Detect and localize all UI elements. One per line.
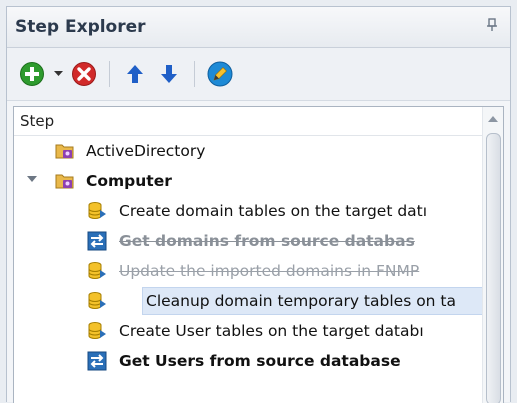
tree-row-step[interactable]: Get domains from source databas [14, 226, 483, 256]
tree-row-label: Get domains from source databas [119, 232, 415, 250]
arrow-up-icon [127, 65, 143, 83]
database-icon [87, 291, 107, 311]
tree-row-step-selected[interactable]: Cleanup domain temporary tables on ta [14, 286, 483, 316]
panel-titlebar: Step Explorer [7, 7, 510, 48]
database-icon [87, 321, 107, 341]
remove-step-button[interactable] [69, 59, 99, 89]
tree-row-step[interactable]: Create domain tables on the target datı [14, 196, 483, 226]
expand-arrow-icon[interactable] [27, 176, 37, 182]
remove-icon [72, 62, 96, 86]
transfer-icon [87, 351, 107, 371]
toolbar-separator [109, 61, 110, 87]
database-icon [87, 261, 107, 281]
column-header-step[interactable]: Step [14, 107, 503, 136]
add-step-button[interactable] [17, 59, 47, 89]
edit-step-button[interactable] [205, 59, 235, 89]
tree-row-step[interactable]: Update the imported domains in FNMP [14, 256, 483, 286]
arrow-down-icon [161, 65, 177, 83]
step-explorer-panel: Step Explorer Step ActiveDirectory Compu… [6, 6, 511, 403]
move-down-button[interactable] [154, 59, 184, 89]
transfer-icon [87, 231, 107, 251]
tree-row-step[interactable]: Create User tables on the target databı [14, 316, 483, 346]
add-dropdown-button[interactable] [51, 59, 65, 89]
tree-row-label: ActiveDirectory [86, 142, 206, 160]
dropdown-arrow-icon [53, 71, 63, 76]
tree-row-step[interactable]: Get Users from source database [14, 346, 483, 376]
tree-row-computer[interactable]: Computer [14, 166, 483, 196]
tree-row-label: Create User tables on the target databı [119, 322, 424, 340]
tree-row-label: Cleanup domain temporary tables on ta [146, 292, 456, 310]
edit-pencil-icon [207, 61, 233, 87]
toolbar [7, 48, 510, 101]
pin-icon[interactable] [484, 18, 500, 36]
folder-icon [55, 171, 75, 191]
add-icon [20, 62, 44, 86]
toolbar-separator [194, 61, 195, 87]
step-rows: ActiveDirectory Computer Create domain t… [14, 136, 483, 376]
step-tree-list[interactable]: Step ActiveDirectory Computer Create dom… [13, 106, 504, 403]
panel-title: Step Explorer [15, 17, 146, 37]
vertical-scrollbar[interactable] [482, 107, 503, 403]
database-icon [87, 201, 107, 221]
tree-row-label: Get Users from source database [119, 352, 401, 370]
tree-row-label: Computer [86, 172, 172, 190]
scroll-up-arrow-icon[interactable] [488, 116, 498, 122]
tree-row-label: Create domain tables on the target datı [119, 202, 428, 220]
move-up-button[interactable] [120, 59, 150, 89]
folder-icon [55, 141, 75, 161]
tree-row-activedirectory[interactable]: ActiveDirectory [14, 136, 483, 166]
tree-row-label: Update the imported domains in FNMP [119, 262, 420, 280]
scrollbar-thumb[interactable] [486, 133, 501, 403]
